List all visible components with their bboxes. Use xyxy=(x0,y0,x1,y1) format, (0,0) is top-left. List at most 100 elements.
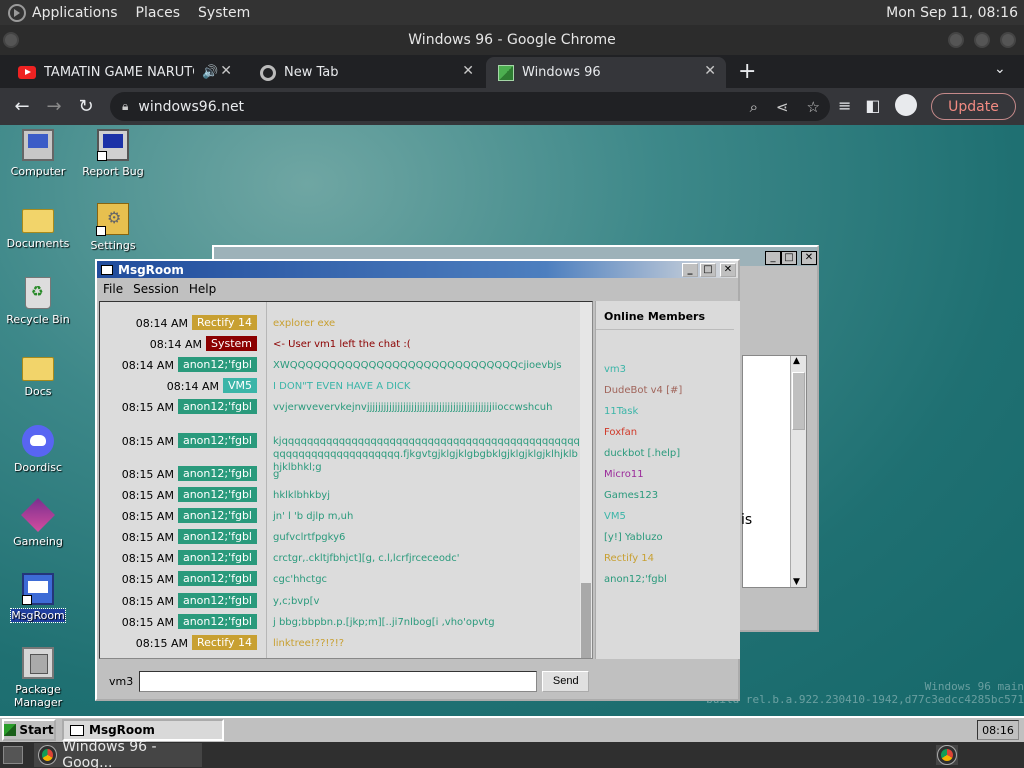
chat-input[interactable] xyxy=(139,670,538,692)
menu-session[interactable]: Session xyxy=(133,282,179,296)
msgroom-titlebar[interactable]: MsgRoom _ □ ✕ xyxy=(97,261,738,278)
member-item[interactable]: VM5 xyxy=(604,511,626,522)
username-badge[interactable]: anon12;'fgbl xyxy=(177,433,257,448)
scrollbar-thumb[interactable] xyxy=(581,583,591,658)
tab-youtube[interactable]: TAMATIN GAME NARUTO 🔊 ✕ xyxy=(6,57,242,88)
member-item[interactable]: Micro11 xyxy=(604,469,644,480)
member-item[interactable]: Games123 xyxy=(604,490,658,501)
member-item[interactable]: duckbot [.help] xyxy=(604,448,680,459)
username-badge[interactable]: anon12;'fgbl xyxy=(177,508,257,523)
icon-label: Docs xyxy=(24,385,52,398)
tray-chrome[interactable] xyxy=(936,745,958,765)
menu-file[interactable]: File xyxy=(103,282,123,296)
w96-clock[interactable]: 08:16 xyxy=(977,720,1019,740)
share-icon[interactable]: ⋖ xyxy=(776,98,789,116)
tab-search-icon[interactable]: ⌄ xyxy=(994,61,1006,77)
reload-icon[interactable]: ↻ xyxy=(70,96,102,117)
member-item[interactable]: [y!] Yabluzo xyxy=(604,532,663,543)
address-bar[interactable]: 🔒︎ windows96.net ⌕ ⋖ ☆ xyxy=(110,92,830,121)
member-item[interactable]: vm3 xyxy=(604,364,626,375)
close-tab-icon[interactable]: ✕ xyxy=(462,63,474,79)
username-badge[interactable]: anon12;'fgbl xyxy=(177,593,257,608)
url-text[interactable]: windows96.net xyxy=(138,99,244,115)
message-time: 08:15 AM xyxy=(121,552,174,565)
close-tab-icon[interactable]: ✕ xyxy=(704,63,716,79)
username-badge[interactable]: anon12;'fgbl xyxy=(177,529,257,544)
start-button[interactable]: Start xyxy=(2,719,56,741)
tab-windows96[interactable]: Windows 96 ✕ xyxy=(486,57,726,88)
msgroom-window[interactable]: MsgRoom _ □ ✕ File Session Help 08:14 AM… xyxy=(95,259,740,701)
message-time: 08:14 AM xyxy=(135,317,188,330)
scroll-up-icon[interactable]: ▲ xyxy=(793,356,800,366)
profile-avatar[interactable] xyxy=(894,94,917,116)
menu-help[interactable]: Help xyxy=(189,282,216,296)
minimize-icon[interactable] xyxy=(948,32,964,48)
scrollbar-thumb[interactable] xyxy=(792,372,805,430)
zoom-icon[interactable]: ⌕ xyxy=(750,98,758,116)
desktop-icon-doordisc[interactable]: Doordisc xyxy=(0,425,78,474)
desktop-icon-report-bug[interactable]: Report Bug xyxy=(73,129,153,178)
username-badge[interactable]: anon12;'fgbl xyxy=(177,571,257,586)
w96-desktop[interactable]: Computer Report Bug Documents Settings R… xyxy=(0,125,1024,716)
message-text: cgc'hhctgc xyxy=(273,574,328,585)
chat-log[interactable]: 08:14 AM Rectify 14 explorer exe 08:14 AM Sy… xyxy=(99,301,593,659)
chat-scrollbar[interactable] xyxy=(580,302,592,658)
side-panel-icon[interactable]: ◧ xyxy=(865,96,880,115)
username-badge[interactable]: anon12;'fgbl xyxy=(177,614,257,629)
maximize-icon[interactable] xyxy=(974,32,990,48)
username-badge[interactable]: anon12;'fgbl xyxy=(177,466,257,481)
desktop-icon-docs[interactable]: Docs xyxy=(0,351,78,398)
close-window-icon[interactable] xyxy=(1000,32,1016,48)
os-taskbar-chrome[interactable]: Windows 96 - Goog... xyxy=(34,739,202,768)
lock-icon[interactable]: 🔒︎ xyxy=(122,99,128,114)
desktop-icon-computer[interactable]: Computer xyxy=(0,129,78,178)
member-item[interactable]: Foxfan xyxy=(604,427,637,438)
applications-menu[interactable]: Applications xyxy=(32,5,118,21)
member-item[interactable]: Rectify 14 xyxy=(604,553,654,564)
os-clock[interactable]: Mon Sep 11, 08:16 xyxy=(886,5,1018,21)
new-tab-button[interactable]: + xyxy=(738,59,756,84)
desktop-icon-gameing[interactable]: Gameing xyxy=(0,498,78,548)
back-icon[interactable]: ← xyxy=(6,96,38,117)
bookmark-star-icon[interactable]: ☆ xyxy=(807,98,820,116)
os-logo-icon[interactable] xyxy=(8,3,26,22)
scrollbar[interactable]: ▲ ▼ xyxy=(790,356,806,587)
member-item[interactable]: 11Task xyxy=(604,406,638,417)
close-tab-icon[interactable]: ✕ xyxy=(220,63,232,79)
username-badge[interactable]: anon12;'fgbl xyxy=(177,357,257,372)
desktop-icon-recycle-bin[interactable]: Recycle Bin xyxy=(0,277,78,326)
send-button[interactable]: Send xyxy=(542,670,590,692)
desktop-icon-package-manager[interactable]: Package Manager xyxy=(0,647,78,709)
member-item[interactable]: DudeBot v4 [#] xyxy=(604,385,682,396)
reading-list-icon[interactable]: ≡ xyxy=(838,96,851,115)
places-menu[interactable]: Places xyxy=(136,5,181,21)
desktop-icon-documents[interactable]: Documents xyxy=(0,203,78,250)
maximize-button[interactable]: □ xyxy=(700,262,716,277)
window-menu-icon[interactable] xyxy=(3,32,19,48)
member-item[interactable]: anon12;'fgbl xyxy=(604,574,667,585)
minimize-button[interactable]: _ xyxy=(682,262,698,277)
show-desktop-icon[interactable] xyxy=(3,746,23,764)
close-button[interactable]: ✕ xyxy=(720,262,736,277)
update-button[interactable]: Update xyxy=(931,93,1016,120)
taskbar-item-msgroom[interactable]: MsgRoom xyxy=(62,719,224,741)
close-icon[interactable]: ✕ xyxy=(801,251,817,265)
maximize-icon[interactable]: □ xyxy=(781,251,797,265)
scroll-down-icon[interactable]: ▼ xyxy=(793,577,800,587)
username-badge[interactable]: anon12;'fgbl xyxy=(177,550,257,565)
chat-message: 08:15 AM anon12;'fgbl hklklbhkbyj xyxy=(100,487,580,502)
username-badge[interactable]: System xyxy=(205,336,257,351)
username-badge[interactable]: anon12;'fgbl xyxy=(177,487,257,502)
username-badge[interactable]: anon12;'fgbl xyxy=(177,399,257,414)
desktop-icon-msgroom[interactable]: MsgRoom xyxy=(0,573,78,623)
forward-icon[interactable]: → xyxy=(38,96,70,117)
system-menu[interactable]: System xyxy=(198,5,250,21)
audio-icon[interactable]: 🔊 xyxy=(202,65,218,80)
desktop-icon-settings[interactable]: Settings xyxy=(73,203,153,252)
username-badge[interactable]: VM5 xyxy=(222,378,257,393)
minimize-icon[interactable]: _ xyxy=(765,251,781,265)
username-badge[interactable]: Rectify 14 xyxy=(191,635,257,650)
nickname-label[interactable]: vm3 xyxy=(109,675,133,688)
username-badge[interactable]: Rectify 14 xyxy=(191,315,257,330)
tab-new-tab[interactable]: New Tab ✕ xyxy=(248,57,484,88)
